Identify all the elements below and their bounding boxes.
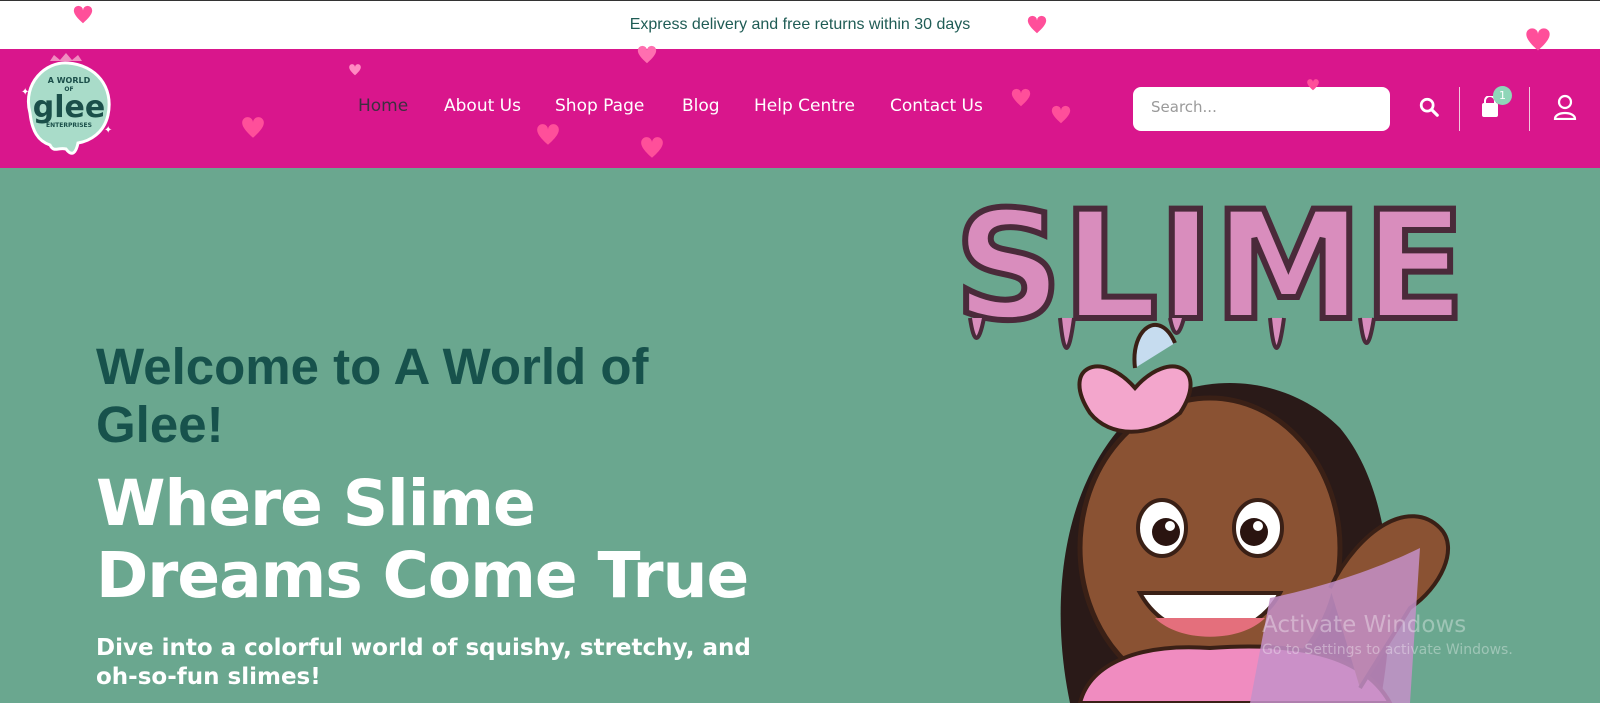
hero-description: Dive into a colorful world of squishy, s… (96, 635, 751, 690)
watermark-title: Activate Windows (1262, 612, 1467, 638)
nav-help-centre[interactable]: Help Centre (754, 96, 855, 116)
cart-count-badge: 1 (1493, 86, 1512, 105)
nav-contact-us[interactable]: Contact Us (890, 96, 983, 116)
nav-home[interactable]: Home (358, 96, 408, 116)
heart-icon (349, 64, 361, 76)
svg-text:ENTERPRISES: ENTERPRISES (46, 122, 92, 129)
heart-icon (637, 45, 657, 64)
hero-tagline: Where Slime Dreams Come True (96, 468, 796, 612)
search-input[interactable] (1151, 98, 1372, 116)
account-button[interactable] (1549, 91, 1581, 123)
heart-icon (1011, 88, 1031, 107)
windows-activation-watermark: Activate Windows Go to Settings to activ… (1262, 612, 1513, 658)
svg-text:A WORLD: A WORLD (48, 76, 91, 85)
heart-icon (1051, 105, 1071, 124)
heart-icon (537, 124, 559, 145)
search-box (1133, 87, 1390, 131)
heart-icon (242, 117, 264, 138)
slime-title-art: SLIME (954, 180, 1465, 354)
heart-icon (73, 5, 93, 24)
announcement-bar: Express delivery and free returns within… (0, 0, 1600, 49)
logo[interactable]: A WORLD OF glee ENTERPRISES ✦ ✦ (16, 53, 118, 163)
heart-icon (641, 137, 663, 158)
heart-icon (1027, 15, 1047, 34)
nav-blog[interactable]: Blog (682, 96, 720, 116)
watermark-subtitle: Go to Settings to activate Windows. (1262, 642, 1513, 658)
search-button[interactable] (1413, 91, 1445, 123)
header-divider (1459, 87, 1460, 131)
hero-welcome-heading: Welcome to A World of Glee! (96, 338, 649, 453)
search-icon (1419, 97, 1439, 117)
svg-text:✦: ✦ (104, 125, 112, 136)
hero-tagline-line2: Dreams Come True (96, 539, 749, 612)
hero-tagline-line1: Where Slime (96, 467, 536, 540)
site-header: A WORLD OF glee ENTERPRISES ✦ ✦ Home Abo… (0, 49, 1600, 168)
svg-text:✦: ✦ (21, 87, 29, 98)
announcement-text: Express delivery and free returns within… (629, 16, 971, 33)
svg-text:glee: glee (33, 90, 105, 125)
user-icon (1553, 94, 1577, 120)
nav-shop-page[interactable]: Shop Page (555, 96, 644, 116)
nav-about-us[interactable]: About Us (444, 96, 521, 116)
header-divider (1529, 87, 1530, 131)
heart-icon (1307, 79, 1319, 91)
heart-icon (1526, 28, 1550, 51)
